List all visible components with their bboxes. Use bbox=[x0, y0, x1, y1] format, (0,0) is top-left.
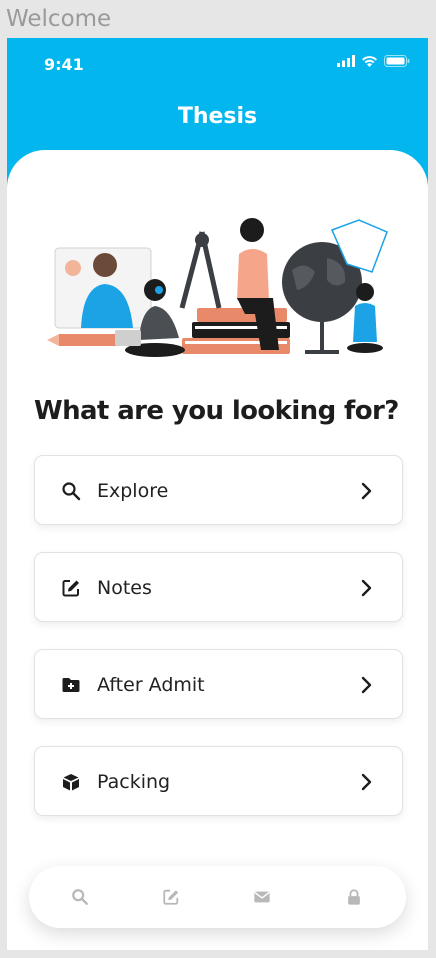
nav-edit-icon[interactable] bbox=[162, 888, 180, 906]
chevron-right-icon bbox=[361, 773, 372, 791]
frame-label: Welcome bbox=[6, 6, 112, 32]
phone-screen: 9:41 Thesis What are you looking for? Ex… bbox=[7, 38, 428, 950]
bottom-nav bbox=[29, 866, 406, 928]
chevron-right-icon bbox=[361, 676, 372, 694]
chevron-right-icon bbox=[361, 579, 372, 597]
status-time: 9:41 bbox=[44, 55, 84, 74]
signal-icon bbox=[337, 55, 355, 67]
option-notes[interactable]: Notes bbox=[34, 552, 403, 622]
section-heading: What are you looking for? bbox=[34, 396, 399, 426]
edit-icon bbox=[62, 580, 79, 597]
option-label: After Admit bbox=[97, 674, 205, 696]
students-illustration bbox=[47, 218, 388, 357]
nav-lock-icon[interactable] bbox=[345, 888, 363, 906]
option-label: Explore bbox=[97, 480, 169, 502]
battery-icon bbox=[384, 55, 410, 67]
folder-plus-icon bbox=[62, 678, 80, 692]
search-icon bbox=[62, 482, 81, 501]
option-packing[interactable]: Packing bbox=[34, 746, 403, 816]
nav-mail-icon[interactable] bbox=[253, 888, 271, 906]
box-icon bbox=[63, 774, 79, 791]
wifi-icon bbox=[362, 56, 377, 67]
option-label: Notes bbox=[97, 577, 152, 599]
option-after-admit[interactable]: After Admit bbox=[34, 649, 403, 719]
nav-search-icon[interactable] bbox=[71, 888, 89, 906]
chevron-right-icon bbox=[361, 482, 372, 500]
option-explore[interactable]: Explore bbox=[34, 455, 403, 525]
status-bar: 9:41 bbox=[7, 38, 428, 90]
status-icons bbox=[337, 55, 410, 67]
page-title: Thesis bbox=[177, 104, 258, 129]
option-label: Packing bbox=[97, 771, 171, 793]
